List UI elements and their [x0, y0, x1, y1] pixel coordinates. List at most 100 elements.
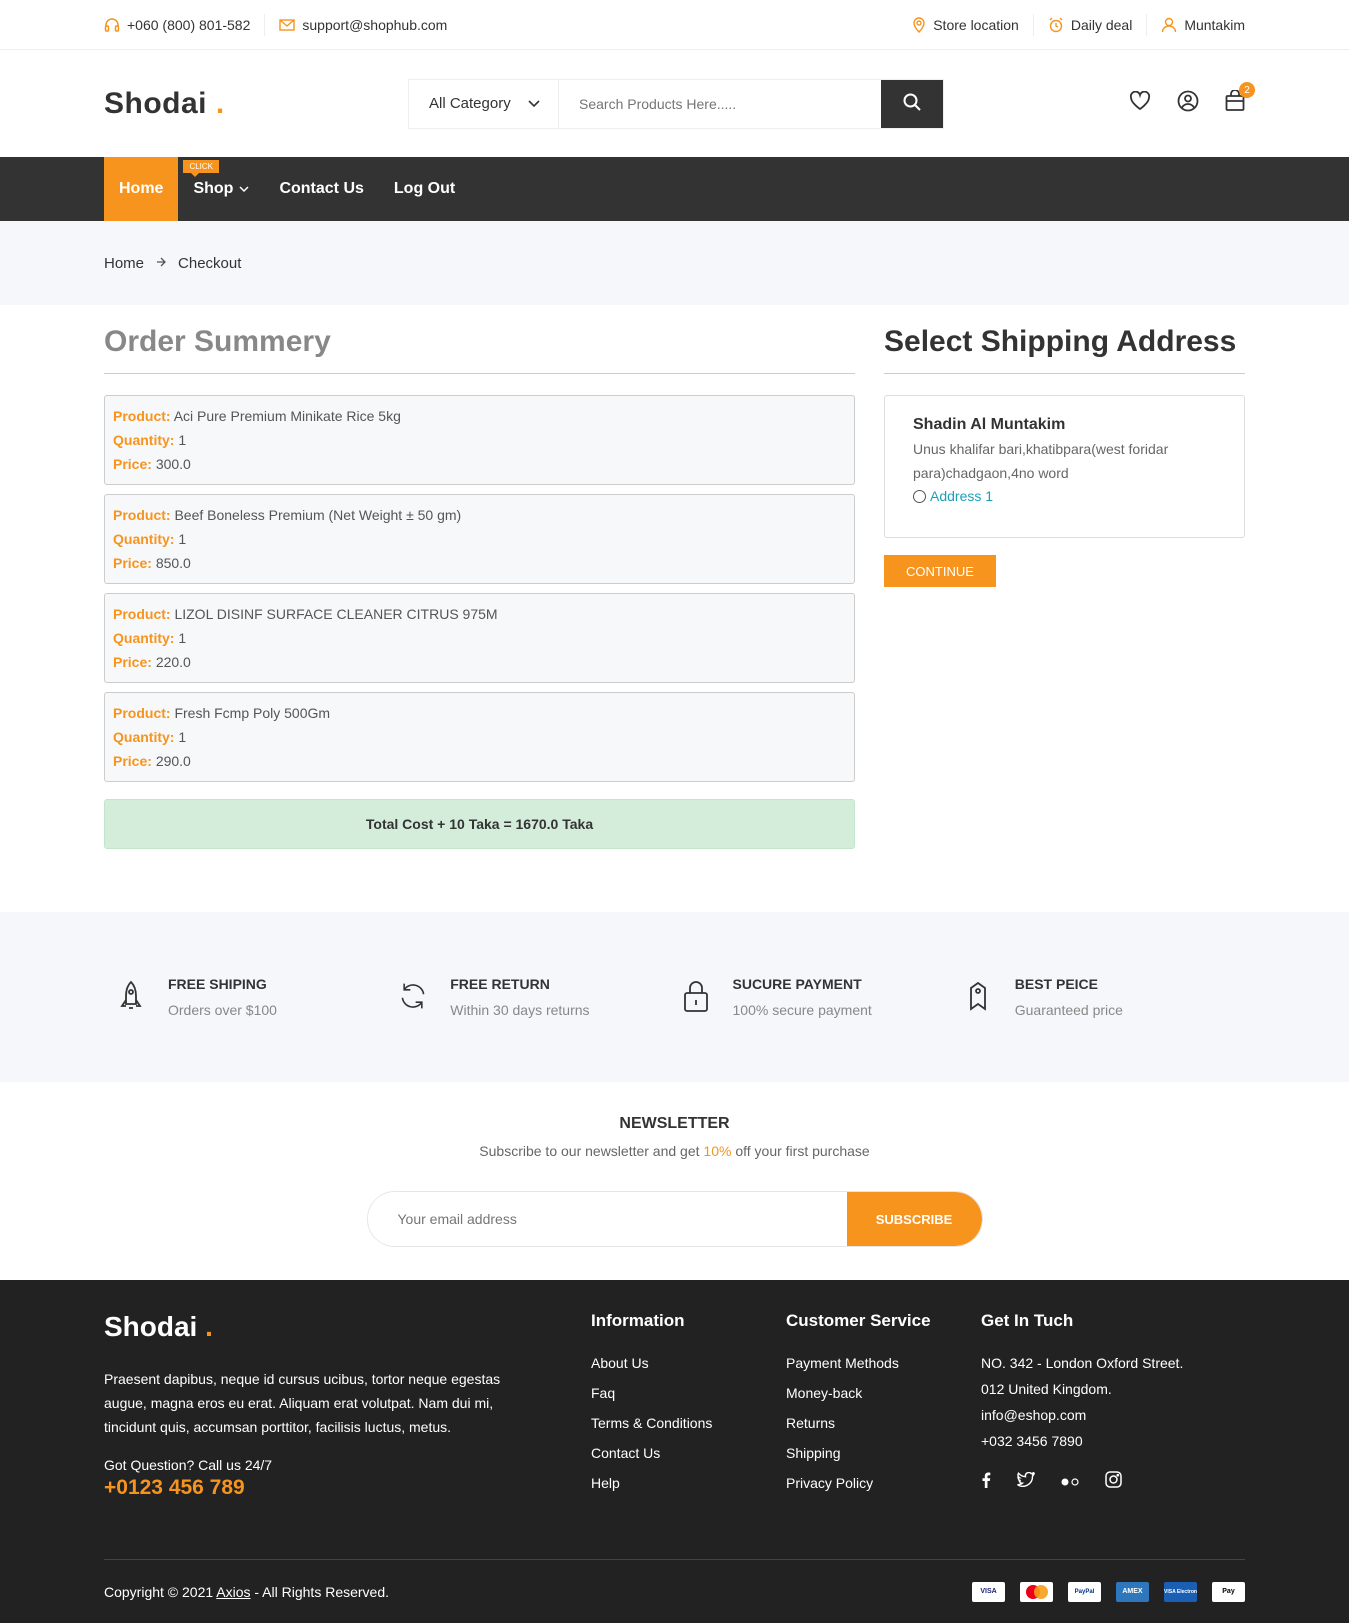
product-quantity: 1 [178, 531, 187, 547]
footer-link[interactable]: Terms & Conditions [591, 1415, 786, 1431]
flickr-icon[interactable] [1061, 1473, 1079, 1491]
address-option[interactable]: Address 1 [913, 488, 1216, 504]
order-item: Product: Aci Pure Premium Minikate Rice … [104, 395, 855, 485]
footer-contact: Get In Tuch NO. 342 - London Oxford Stre… [981, 1311, 1241, 1505]
product-price: 290.0 [155, 753, 191, 769]
subscribe-button[interactable]: SUBSCRIBE [846, 1192, 982, 1246]
newsletter-form: SUBSCRIBE [366, 1191, 983, 1247]
nav-home[interactable]: Home [104, 157, 179, 221]
contact-line: NO. 342 - London Oxford Street. [981, 1355, 1184, 1371]
footer-link[interactable]: Faq [591, 1385, 786, 1401]
cart-icon[interactable]: 2 [1225, 82, 1255, 117]
service-title: SUCURE PAYMENT [732, 976, 862, 992]
daily-deal-label: Daily deal [1070, 16, 1133, 33]
copyright-link[interactable]: Axios [216, 1584, 250, 1600]
quantity-label: Quantity: [113, 630, 175, 646]
footer-link[interactable]: Contact Us [591, 1445, 786, 1461]
service-title: FREE RETURN [450, 976, 550, 992]
shipping-address: Select Shipping Address Shadin Al Muntak… [884, 325, 1245, 912]
nav-shop-label: Shop [193, 180, 234, 197]
topbar-phone[interactable]: +060 (800) 801-582 [104, 13, 266, 36]
breadcrumb-home[interactable]: Home [104, 255, 144, 272]
service-return: FREE RETURN Within 30 days returns [398, 976, 680, 1018]
nav-logout[interactable]: Log Out [379, 157, 470, 221]
refresh-icon [398, 976, 428, 1016]
footer-logo[interactable]: Shodai . [104, 1311, 591, 1343]
topbar-phone-text: +060 (800) 801-582 [127, 16, 251, 33]
footer-cs-title: Customer Service [786, 1311, 931, 1330]
footer-link[interactable]: Money-back [786, 1385, 981, 1401]
footer-logo-text: Shodai [104, 1311, 198, 1342]
chevron-down-icon [528, 95, 540, 112]
price-label: Price: [113, 456, 152, 472]
footer-phone[interactable]: +0123 456 789 [104, 1476, 591, 1500]
footer-about: Shodai . Praesent dapibus, neque id curs… [104, 1311, 591, 1505]
product-name: LIZOL DISINF SURFACE CLEANER CITRUS 975M [174, 606, 498, 622]
footer-link[interactable]: Privacy Policy [786, 1475, 981, 1491]
product-quantity: 1 [178, 630, 187, 646]
logo-dot: . [215, 86, 225, 120]
footer-link[interactable]: About Us [591, 1355, 786, 1371]
nav-contact[interactable]: Contact Us [264, 157, 378, 221]
order-total: Total Cost + 10 Taka = 1670.0 Taka [104, 799, 855, 849]
footer-bottom: Copyright © 2021 Axios - All Rights Rese… [104, 1559, 1245, 1623]
address-name: Shadin Al Muntakim [913, 416, 1066, 433]
order-summary-title: Order Summery [104, 325, 855, 374]
copyright-before: Copyright © 2021 [104, 1583, 217, 1600]
service-price: BEST PEICE Guaranteed price [963, 976, 1245, 1018]
category-select[interactable]: All Category [409, 79, 559, 128]
footer-description: Praesent dapibus, neque id cursus ucibus… [104, 1371, 501, 1435]
product-name: Fresh Fcmp Poly 500Gm [174, 705, 331, 721]
twitter-icon[interactable] [1017, 1471, 1036, 1492]
address-text: Unus khalifar bari,khatibpara(west forid… [913, 441, 1169, 481]
shipping-title: Select Shipping Address [884, 325, 1245, 374]
account-icon[interactable] [1177, 90, 1199, 117]
product-name: Beef Boneless Premium (Net Weight ± 50 g… [174, 507, 462, 523]
search-input[interactable] [559, 79, 881, 128]
address-radio[interactable] [913, 489, 926, 503]
footer-link[interactable]: Help [591, 1475, 786, 1491]
address-option-label: Address 1 [930, 488, 994, 504]
footer-link[interactable]: Payment Methods [786, 1355, 981, 1371]
footer-link[interactable]: Shipping [786, 1445, 981, 1461]
service-sub: Guaranteed price [1014, 1002, 1123, 1018]
mastercard-icon [1020, 1581, 1053, 1602]
footer-information: Information About Us Faq Terms & Condition… [591, 1311, 786, 1505]
nav-shop[interactable]: CLICK Shop [178, 157, 264, 221]
envelope-icon [279, 18, 296, 32]
chevron-down-icon [239, 180, 249, 198]
product-name: Aci Pure Premium Minikate Rice 5kg [173, 408, 401, 424]
instagram-icon[interactable] [1105, 1471, 1122, 1493]
order-item: Product: LIZOL DISINF SURFACE CLEANER CI… [104, 593, 855, 683]
site-logo[interactable]: Shodai . [104, 87, 408, 121]
payment-methods: VISA PayPal AMEX VISA Electron Pay [972, 1581, 1245, 1602]
service-sub: Within 30 days returns [450, 1002, 590, 1018]
store-location-link[interactable]: Store location [898, 13, 1034, 36]
services-bar: FREE SHIPING Orders over $100 FREE RETURN… [0, 912, 1349, 1082]
footer-info-title: Information [591, 1311, 685, 1330]
service-shipping: FREE SHIPING Orders over $100 [116, 976, 398, 1018]
daily-deal-link[interactable]: Daily deal [1034, 13, 1148, 36]
service-title: BEST PEICE [1014, 976, 1098, 992]
newsletter-email-input[interactable] [367, 1192, 847, 1246]
user-name: Muntakim [1184, 16, 1245, 33]
heart-icon[interactable] [1129, 90, 1151, 116]
footer-contact-title: Get In Tuch [981, 1311, 1074, 1330]
topbar-email[interactable]: support@shophub.com [265, 14, 461, 36]
copyright: Copyright © 2021 Axios - All Rights Rese… [104, 1584, 389, 1600]
footer-link[interactable]: Returns [786, 1415, 981, 1431]
facebook-icon[interactable] [981, 1472, 991, 1493]
newsletter-sub-after: off your first purchase [731, 1143, 870, 1159]
quantity-label: Quantity: [113, 729, 175, 745]
amex-card-icon: AMEX [1116, 1581, 1149, 1602]
breadcrumb-current: Checkout [178, 254, 242, 272]
product-label: Product: [113, 507, 171, 523]
product-price: 300.0 [155, 456, 191, 472]
paypal-icon: PayPal [1068, 1581, 1101, 1602]
user-account-link[interactable]: Muntakim [1147, 14, 1245, 36]
order-summary: Order Summery Product: Aci Pure Premium … [104, 325, 855, 912]
footer: Shodai . Praesent dapibus, neque id curs… [0, 1280, 1349, 1623]
logo-text: Shodai [104, 86, 208, 120]
continue-button[interactable]: CONTINUE [884, 555, 996, 587]
search-button[interactable] [881, 79, 943, 128]
